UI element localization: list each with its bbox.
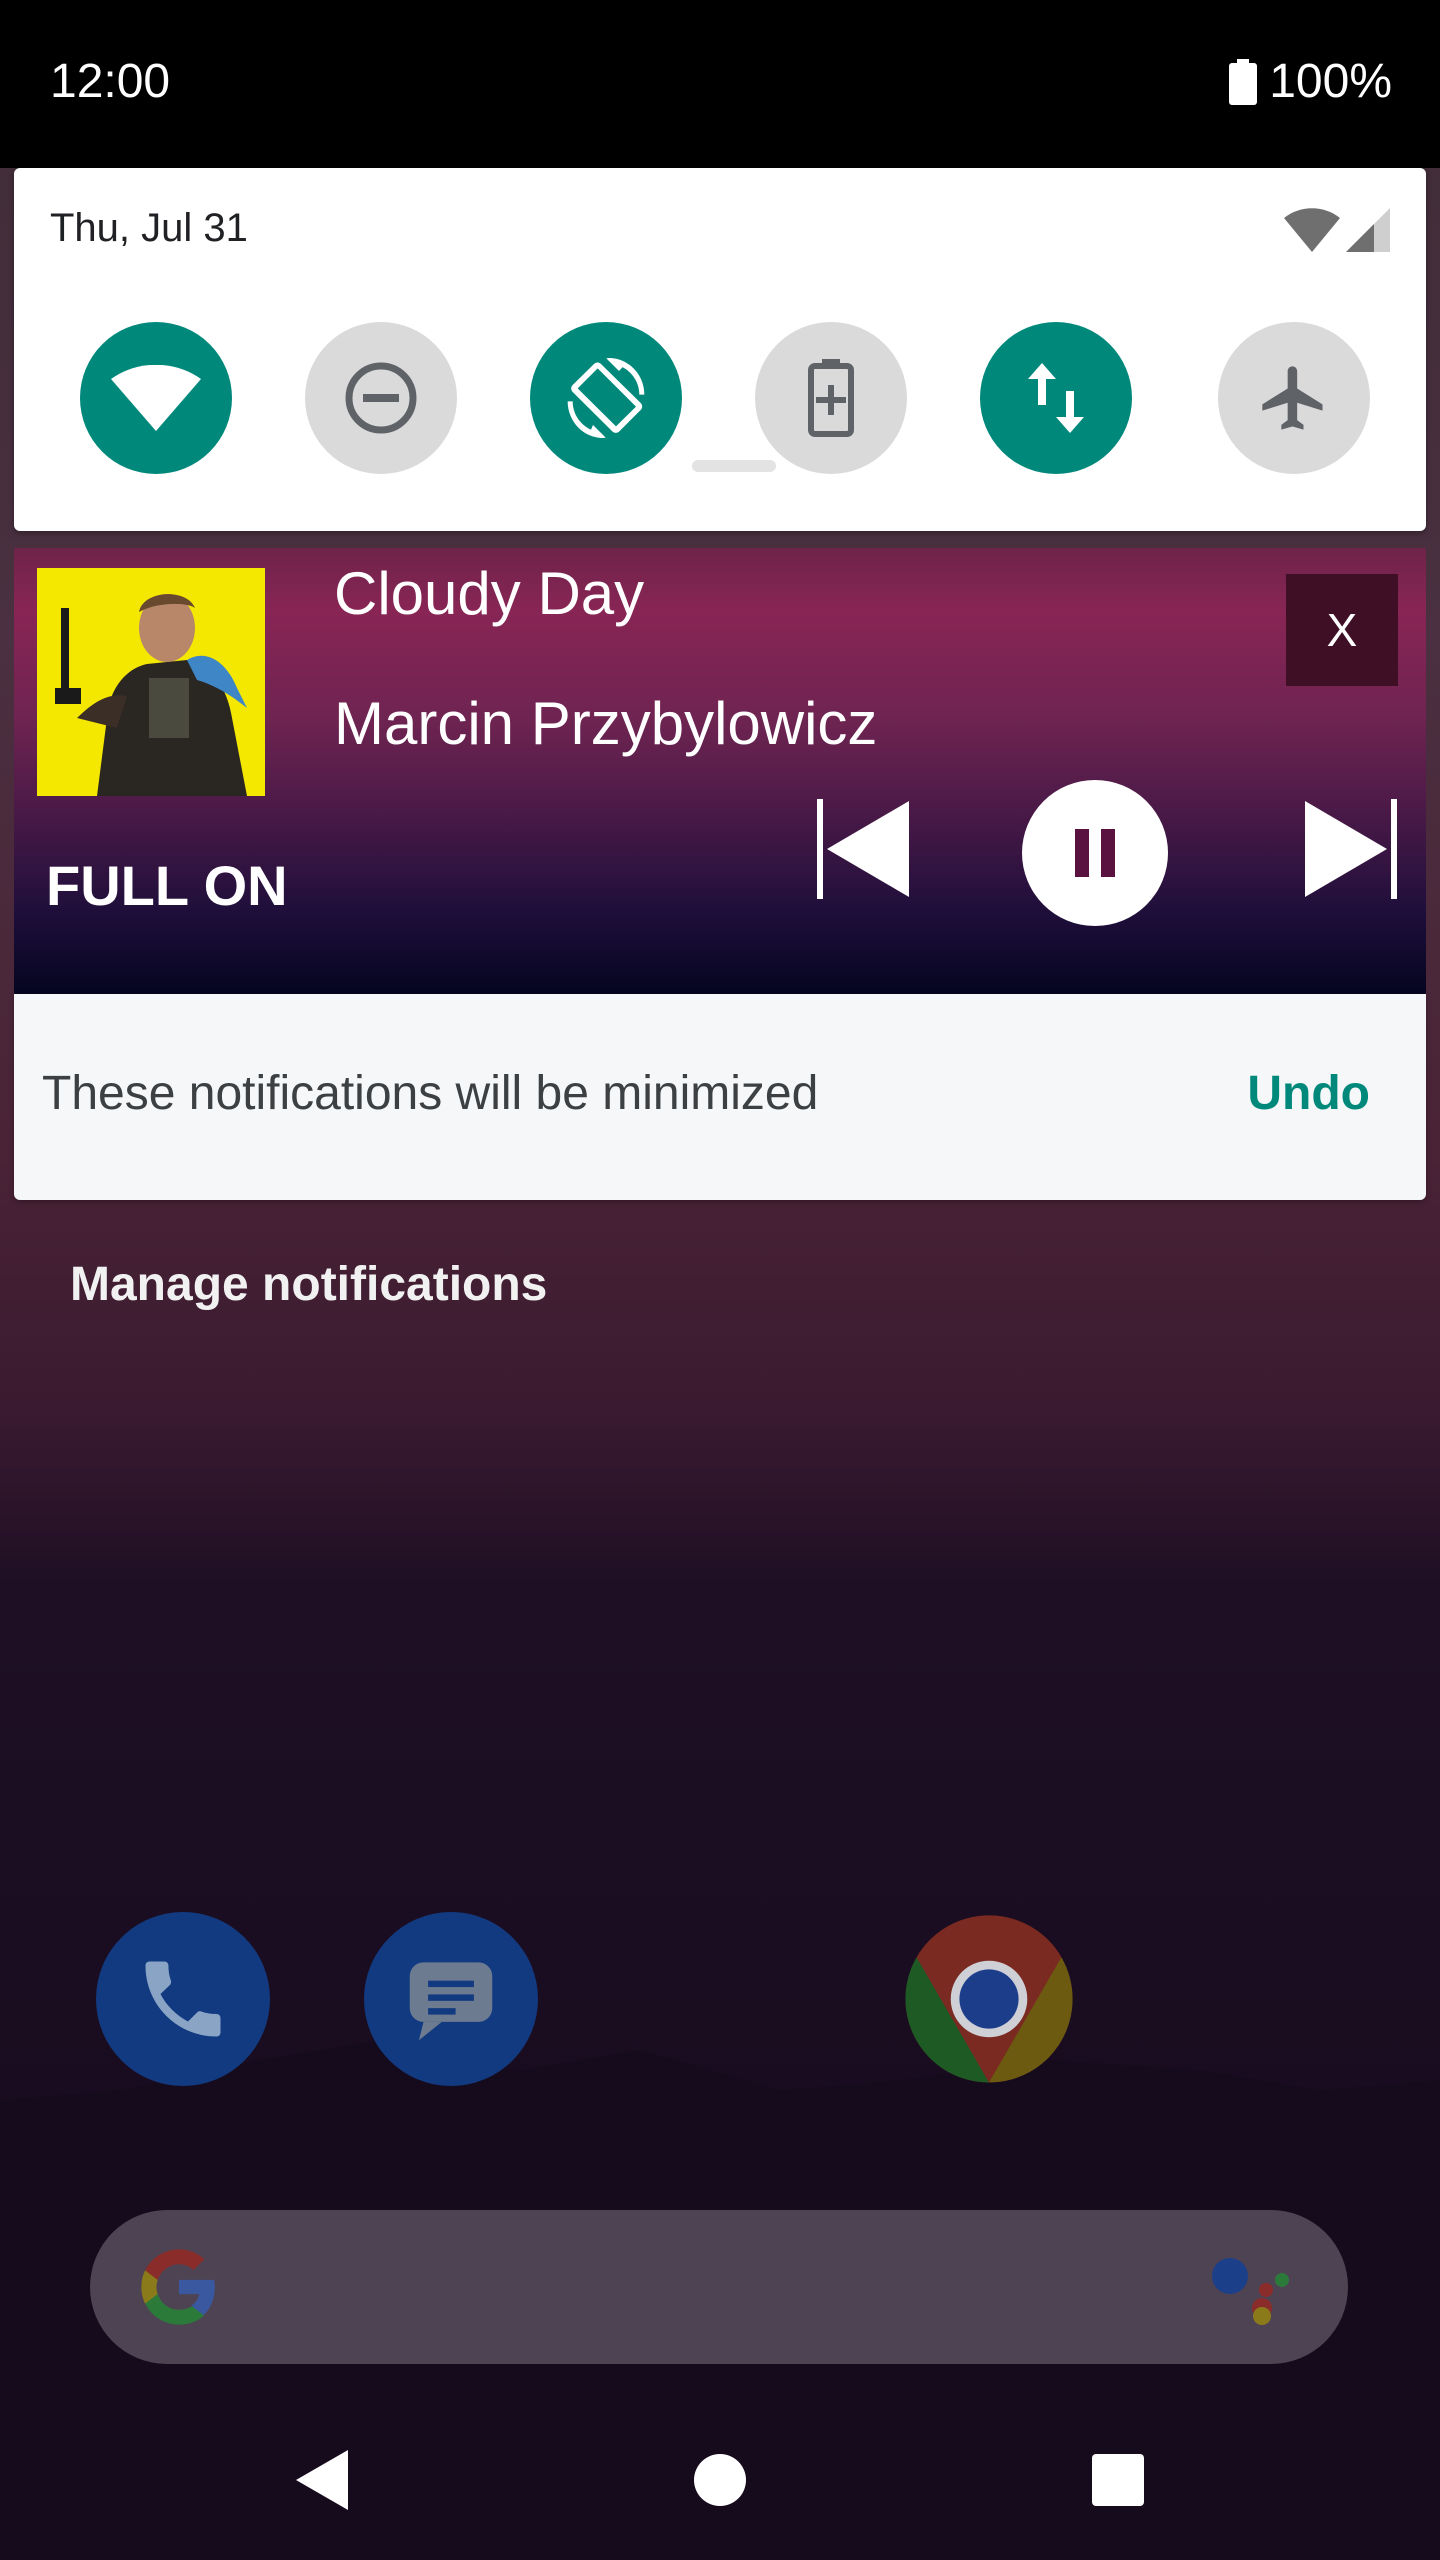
chrome-app-icon[interactable] — [902, 1912, 1076, 2086]
previous-icon — [817, 799, 909, 899]
home-icon — [694, 2454, 746, 2506]
back-button[interactable] — [282, 2440, 362, 2520]
quick-settings-panel: Thu, Jul 31 — [14, 168, 1426, 531]
undo-button[interactable]: Undo — [1247, 1064, 1370, 1124]
recents-icon — [1092, 2454, 1144, 2506]
status-time: 12:00 — [50, 55, 171, 108]
battery-percent: 100% — [1269, 55, 1392, 108]
battery-full-icon — [1229, 59, 1258, 105]
minimized-notice: These notifications will be minimized Un… — [14, 994, 1426, 1200]
close-button[interactable]: X — [1286, 574, 1398, 686]
status-right: 100% — [1229, 52, 1392, 112]
pause-button[interactable] — [1022, 780, 1168, 926]
mobile-data-icon — [1028, 363, 1084, 433]
auto-rotate-icon — [567, 358, 645, 438]
wifi-signal-icon — [1284, 208, 1340, 252]
tile-battery-saver[interactable] — [755, 322, 907, 474]
messages-icon — [409, 1962, 493, 2041]
phone-app-icon[interactable] — [96, 1912, 270, 2086]
previous-button[interactable] — [804, 794, 924, 904]
back-icon — [296, 2450, 348, 2510]
tile-mobile-data[interactable] — [980, 322, 1132, 474]
messages-app-icon[interactable] — [364, 1912, 538, 2086]
wifi-icon — [111, 365, 201, 431]
recents-button[interactable] — [1078, 2440, 1158, 2520]
track-artist: Marcin Przybylowicz — [334, 690, 878, 757]
minimized-text: These notifications will be minimized — [42, 1067, 819, 1120]
google-assistant-icon[interactable] — [1204, 2250, 1294, 2326]
phone-icon — [145, 1961, 221, 2037]
media-notification[interactable]: Cloudy Day Marcin Przybylowicz FULL ON X — [14, 548, 1426, 994]
chrome-icon — [905, 1915, 1073, 2083]
tile-airplane-mode[interactable] — [1218, 322, 1370, 474]
google-search-bar[interactable] — [90, 2210, 1348, 2364]
navigation-bar — [0, 2400, 1440, 2560]
qs-date: Thu, Jul 31 — [50, 206, 248, 250]
battery-saver-icon — [808, 359, 854, 437]
album-art-image — [37, 568, 265, 796]
next-button[interactable] — [1290, 794, 1410, 904]
manage-notifications-link[interactable]: Manage notifications — [70, 1254, 547, 1316]
tile-wifi[interactable] — [80, 322, 232, 474]
tile-auto-rotate[interactable] — [530, 322, 682, 474]
airplane-icon — [1262, 366, 1323, 430]
qs-tiles — [80, 322, 1370, 474]
track-title: Cloudy Day — [334, 560, 645, 627]
qs-status-icons — [1284, 208, 1390, 252]
next-icon — [1305, 799, 1397, 899]
status-bar: 12:00 100% — [0, 0, 1440, 168]
album-art — [37, 568, 265, 796]
pause-icon — [1075, 829, 1115, 877]
qs-expand-handle[interactable] — [692, 460, 776, 472]
home-button[interactable] — [680, 2440, 760, 2520]
google-g-icon — [141, 2249, 215, 2325]
do-not-disturb-icon — [345, 362, 417, 434]
media-app-label: FULL ON — [46, 854, 288, 917]
cell-signal-icon — [1346, 208, 1390, 252]
tile-do-not-disturb[interactable] — [305, 322, 457, 474]
